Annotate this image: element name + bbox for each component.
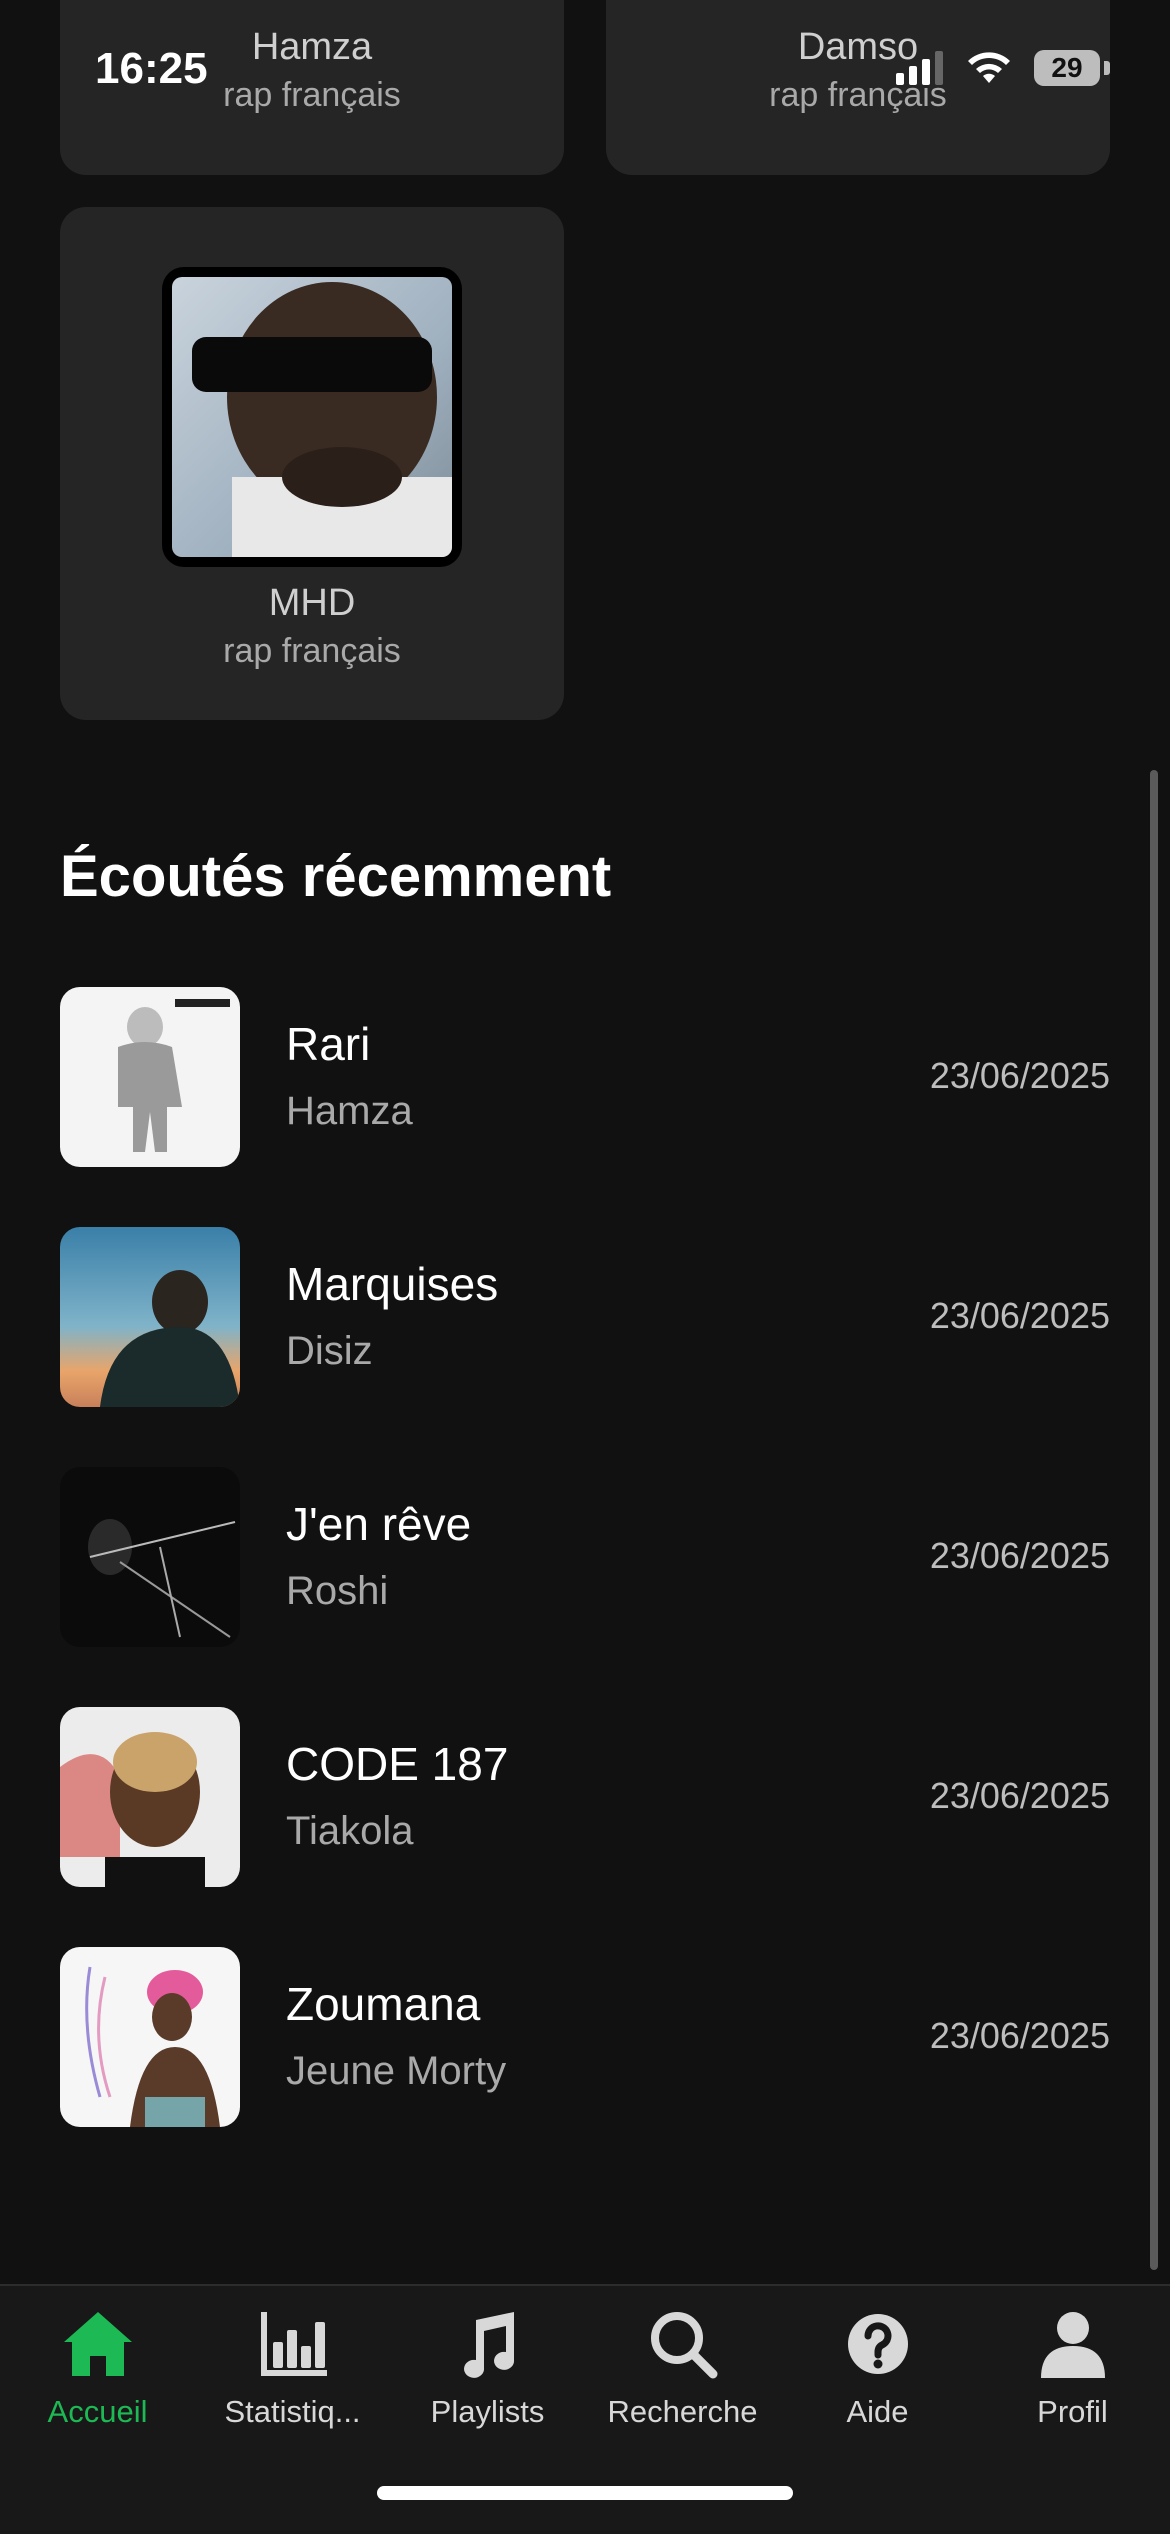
track-title: Zoumana [286,1978,481,2030]
artist-card-mhd[interactable]: MHD rap français [60,207,564,720]
track-date: 23/06/2025 [929,1535,1110,1576]
track-title: Marquises [286,1258,499,1310]
recent-track-row[interactable]: CODE 187 Tiakola 23/06/2025 [60,1707,1110,1887]
status-icons: 29 [896,50,1110,86]
recent-track-row[interactable]: Zoumana Jeune Morty 23/06/2025 [60,1947,1110,2127]
track-artist: Disiz [286,1329,373,1373]
track-artist: Tiakola [286,1809,414,1853]
search-icon [650,2312,717,2379]
track-date: 23/06/2025 [929,2015,1110,2056]
music-note-icon [463,2312,514,2378]
album-cover [60,987,240,1167]
recent-track-row[interactable]: Marquises Disiz 23/06/2025 [60,1227,1110,1407]
bar-chart-icon [260,2312,327,2376]
tab-label: Recherche [607,2394,758,2429]
track-title: Rari [286,1018,371,1070]
artist-name: MHD [268,582,356,624]
track-title: J'en rêve [286,1498,472,1550]
battery-icon: 29 [1034,50,1100,86]
recent-track-row[interactable]: Rari Hamza 23/06/2025 [60,987,1110,1167]
help-icon [847,2314,908,2374]
track-artist: Jeune Morty [286,2049,507,2093]
artist-image-mhd [162,267,462,567]
tab-label: Statistiq... [224,2394,361,2429]
track-title: CODE 187 [286,1738,509,1790]
home-icon [63,2312,132,2376]
album-cover [60,1227,240,1407]
tab-label: Aide [846,2394,909,2429]
album-cover [60,1467,240,1647]
status-time: 16:25 [95,44,208,93]
recent-track-row[interactable]: J'en rêve Roshi 23/06/2025 [60,1467,1110,1647]
tab-label: Accueil [47,2394,148,2429]
home-indicator [377,2486,793,2500]
section-title-recent: Écoutés récemment [60,844,612,909]
album-cover [60,1947,240,2127]
artist-genre: rap français [223,632,401,670]
artist-card-damso[interactable]: Damso rap français [606,0,1110,175]
battery-tip [1104,61,1110,75]
tab-profil[interactable]: Profil [975,2306,1170,2430]
tab-accueil[interactable]: Accueil [0,2306,195,2430]
tab-aide[interactable]: Aide [780,2306,975,2430]
tab-label: Profil [1037,2394,1108,2429]
profile-icon [1040,2312,1105,2378]
tab-playlists[interactable]: Playlists [390,2306,585,2430]
tab-label: Playlists [430,2394,545,2429]
track-artist: Hamza [286,1089,413,1133]
track-date: 23/06/2025 [929,1775,1110,1816]
album-cover [60,1707,240,1887]
track-artist: Roshi [286,1569,389,1613]
signal-icon [896,51,943,85]
tab-statistiques[interactable]: Statistiq... [195,2306,390,2430]
wifi-icon [968,52,1010,83]
track-date: 23/06/2025 [929,1055,1110,1096]
track-date: 23/06/2025 [929,1295,1110,1336]
scrollbar[interactable] [1150,770,1158,2270]
tab-recherche[interactable]: Recherche [585,2306,780,2430]
